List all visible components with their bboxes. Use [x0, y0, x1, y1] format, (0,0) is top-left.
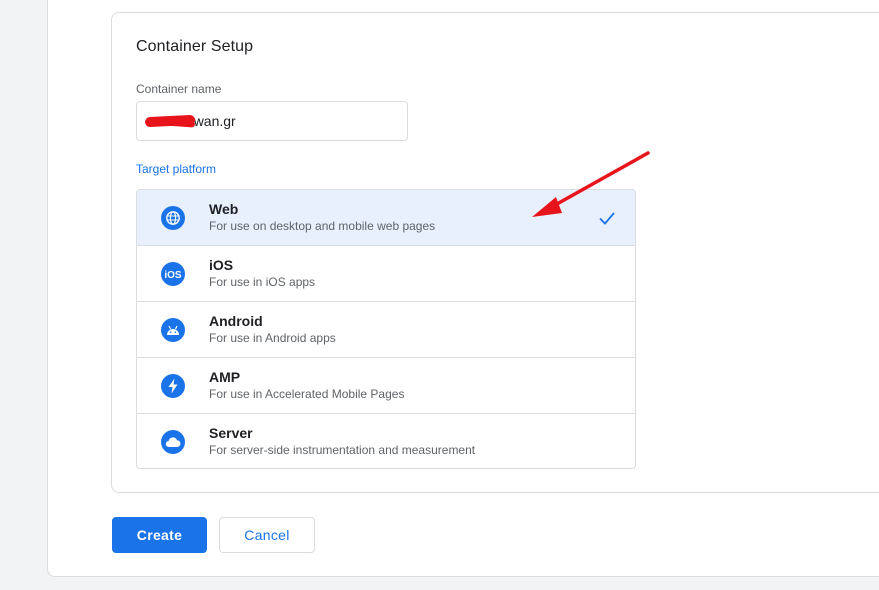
- platform-name: AMP: [209, 369, 241, 385]
- platform-description: For server-side instrumentation and meas…: [209, 443, 476, 457]
- platform-name: iOS: [209, 257, 234, 273]
- platform-description: For use in iOS apps: [209, 275, 316, 289]
- platform-name: Server: [209, 425, 253, 441]
- ios-icon: iOS: [161, 262, 185, 286]
- cancel-button[interactable]: Cancel: [219, 517, 315, 553]
- platform-name: Android: [209, 313, 263, 329]
- lightning-icon: [161, 374, 185, 398]
- checkmark-icon: [599, 212, 615, 225]
- platform-option-android[interactable]: Android For use in Android apps: [137, 302, 635, 358]
- create-button[interactable]: Create: [112, 517, 207, 553]
- platform-option-server[interactable]: Server For server-side instrumentation a…: [137, 414, 635, 468]
- platform-list: Web For use on desktop and mobile web pa…: [136, 189, 636, 469]
- platform-description: For use in Accelerated Mobile Pages: [209, 387, 405, 401]
- android-icon: [161, 318, 185, 342]
- card-title: Container Setup: [136, 38, 254, 55]
- target-platform-label: Target platform: [136, 162, 217, 176]
- container-name-label: Container name: [136, 82, 222, 96]
- platform-description: For use in Android apps: [209, 331, 336, 345]
- cloud-icon: [161, 430, 185, 454]
- platform-option-amp[interactable]: AMP For use in Accelerated Mobile Pages: [137, 358, 635, 414]
- platform-description: For use on desktop and mobile web pages: [209, 219, 436, 233]
- container-name-input[interactable]: wan.gr: [136, 101, 408, 141]
- platform-name: Web: [209, 201, 239, 217]
- platform-option-ios[interactable]: iOS iOS For use in iOS apps: [137, 246, 635, 302]
- globe-icon: [161, 206, 185, 230]
- svg-text:iOS: iOS: [164, 270, 182, 280]
- platform-option-web[interactable]: Web For use on desktop and mobile web pa…: [137, 190, 635, 246]
